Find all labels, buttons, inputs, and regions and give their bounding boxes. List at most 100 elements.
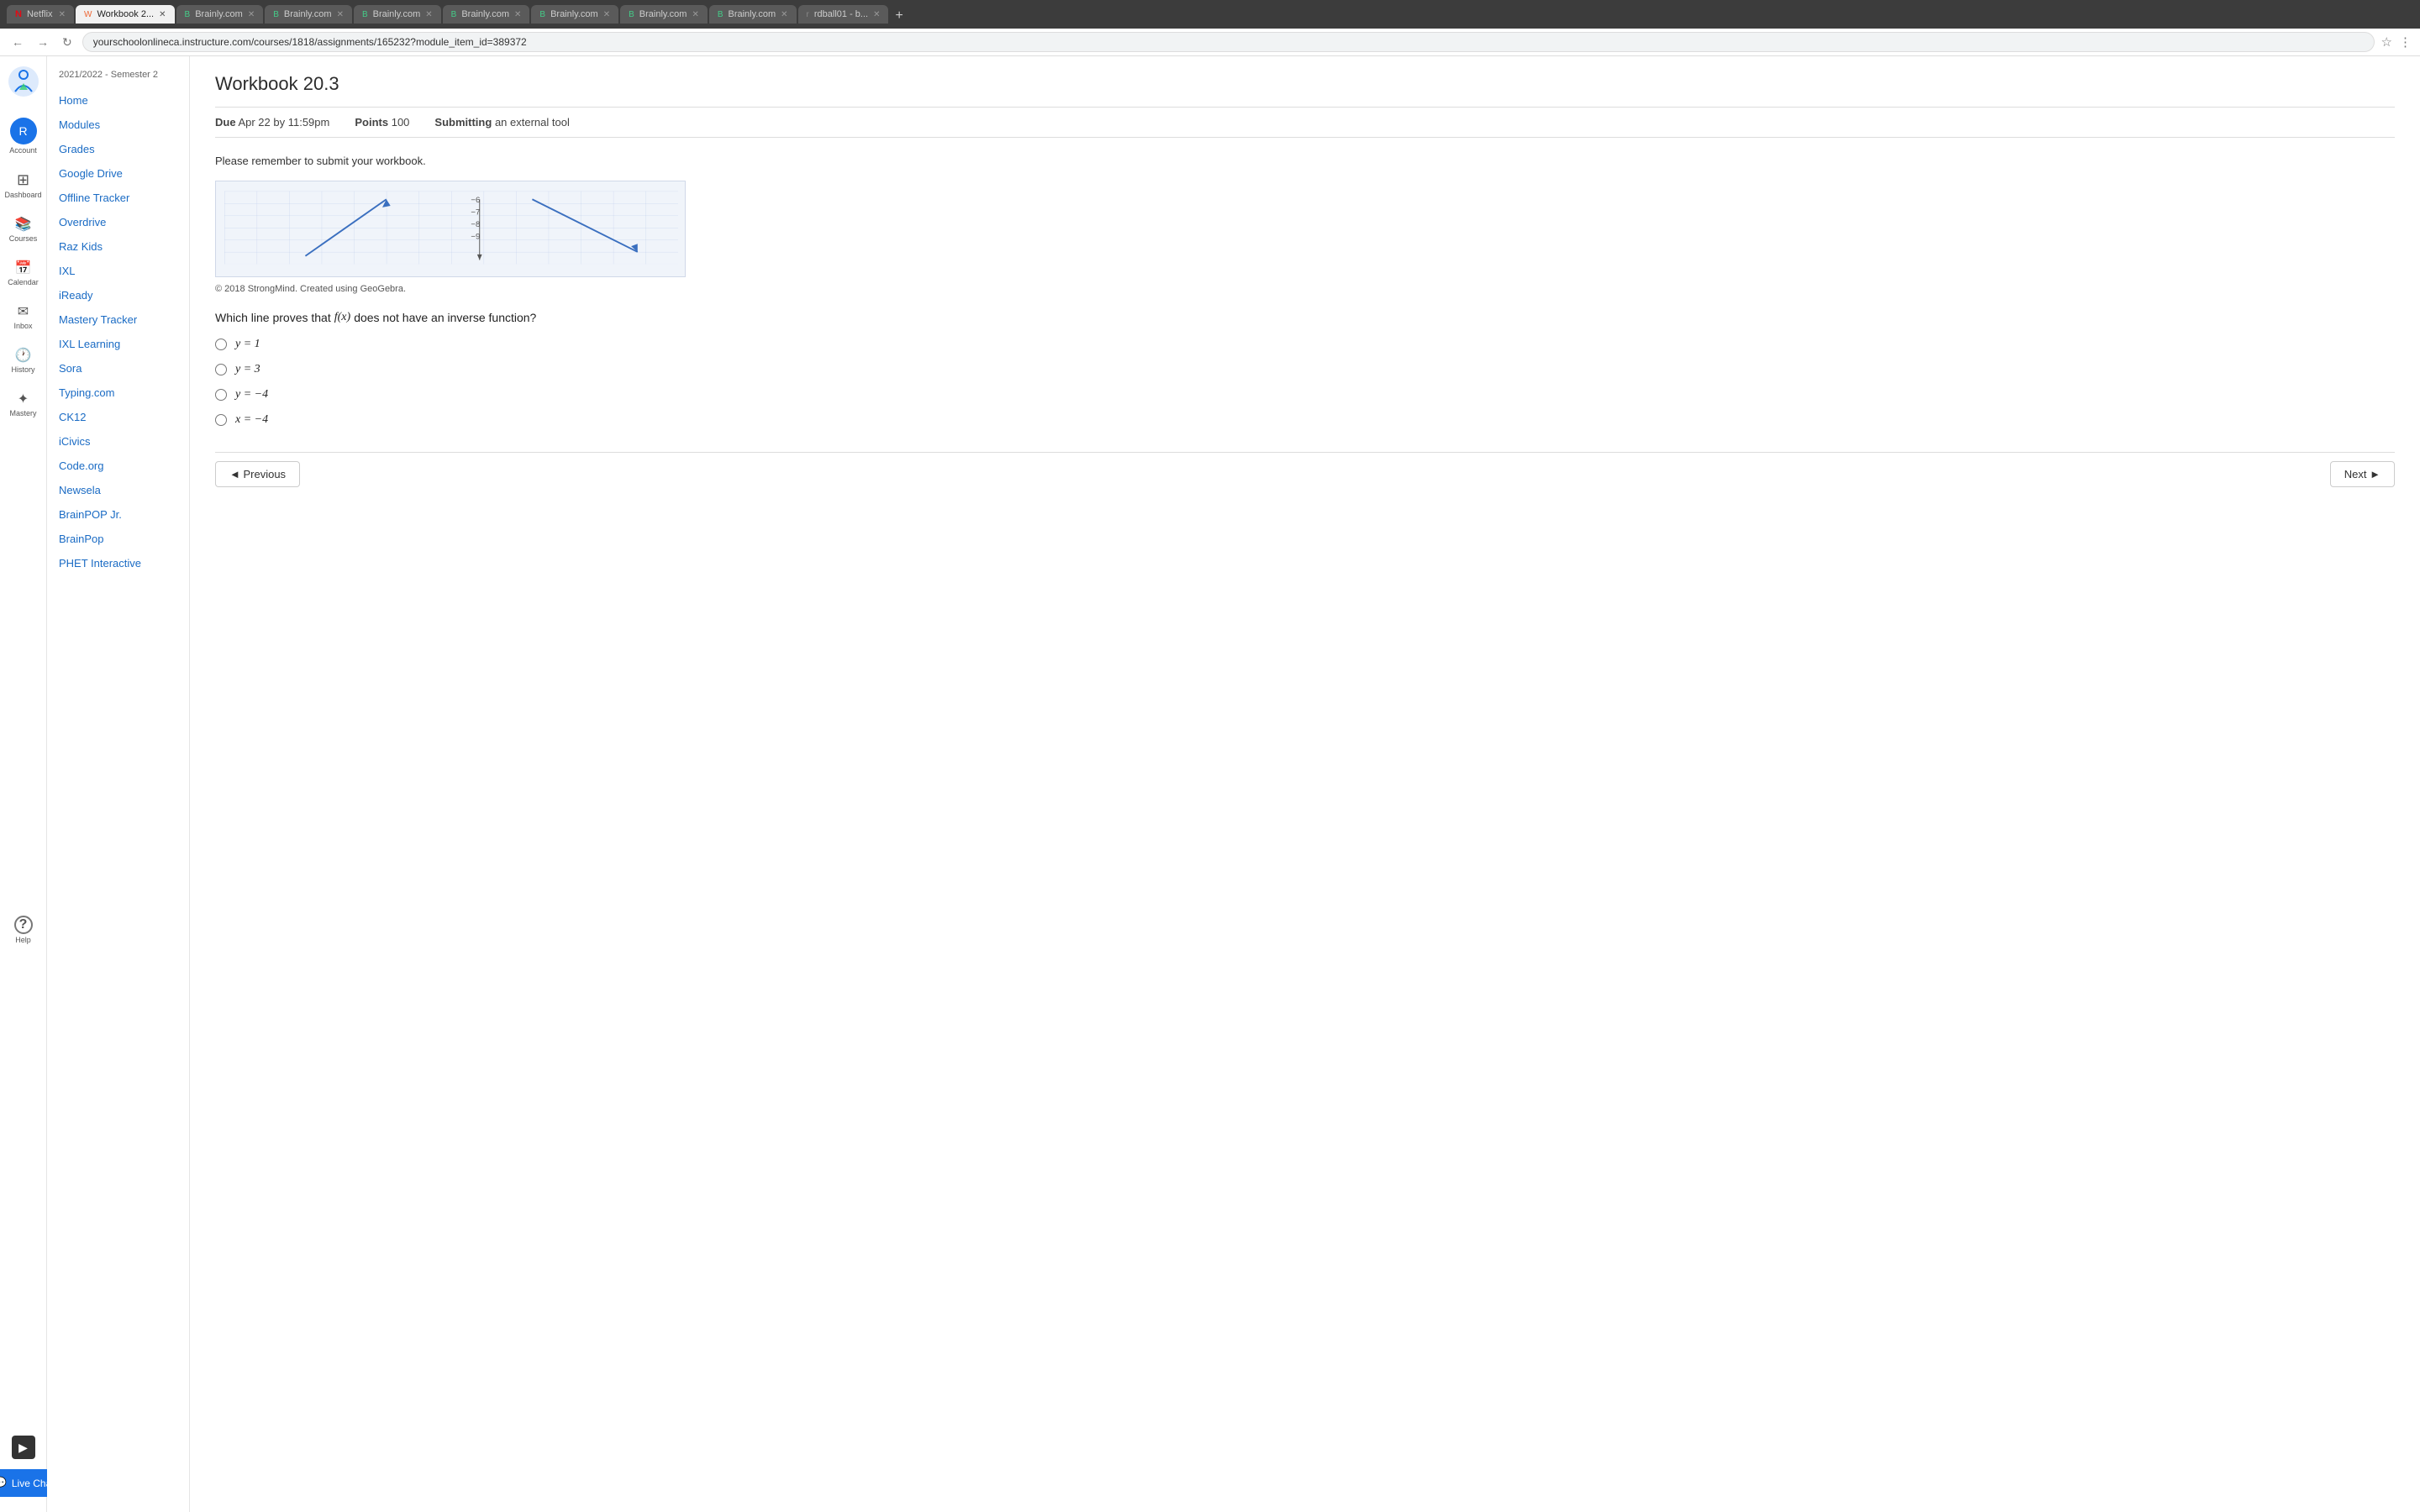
radio-opt4[interactable] bbox=[215, 414, 227, 426]
dashboard-icon: ⊞ bbox=[17, 171, 29, 189]
radio-opt2[interactable] bbox=[215, 364, 227, 375]
sidebar-item-google-drive[interactable]: Google Drive bbox=[47, 161, 189, 186]
sidebar-item-modules[interactable]: Modules bbox=[47, 113, 189, 137]
tab-close-workbook[interactable]: ✕ bbox=[159, 10, 166, 19]
sidebar-item-overdrive[interactable]: Overdrive bbox=[47, 210, 189, 234]
sidebar-item-grades[interactable]: Grades bbox=[47, 137, 189, 161]
sidebar-item-brainpop-jr[interactable]: BrainPOP Jr. bbox=[47, 502, 189, 527]
sidebar-item-icivics[interactable]: iCivics bbox=[47, 429, 189, 454]
rail-item-inbox-label: Inbox bbox=[13, 322, 32, 330]
next-button[interactable]: Next ► bbox=[2330, 461, 2395, 487]
tab-brainly-7[interactable]: B Brainly.com ✕ bbox=[709, 5, 797, 24]
nav-footer: ◄ Previous Next ► bbox=[215, 452, 2395, 496]
rail-item-dashboard-label: Dashboard bbox=[4, 191, 41, 199]
question-prefix: Which line proves that bbox=[215, 311, 331, 324]
option-4[interactable]: x = −4 bbox=[215, 413, 2395, 427]
rail-item-calendar[interactable]: 📅 Calendar bbox=[0, 253, 46, 293]
tab-brainly-1[interactable]: B Brainly.com ✕ bbox=[176, 5, 264, 24]
tab-close-brainly-1[interactable]: ✕ bbox=[248, 10, 255, 19]
rail-item-account[interactable]: R Account bbox=[0, 111, 46, 161]
tab-rdball[interactable]: r rdball01 - b... ✕ bbox=[798, 5, 889, 24]
graph-svg: −6 −7 −8 −9 bbox=[224, 190, 678, 265]
rail-item-help[interactable]: ? Help bbox=[0, 909, 46, 951]
option-1[interactable]: y = 1 bbox=[215, 338, 2395, 351]
tabs-bar: N Netflix ✕ W Workbook 2... ✕ B Brainly.… bbox=[7, 5, 908, 24]
app-logo bbox=[7, 65, 40, 101]
help-icon: ? bbox=[14, 916, 33, 934]
tab-brainly-5[interactable]: B Brainly.com ✕ bbox=[531, 5, 618, 24]
new-tab-button[interactable]: + bbox=[890, 8, 908, 24]
rail-item-dashboard[interactable]: ⊞ Dashboard bbox=[0, 165, 46, 206]
radio-opt3[interactable] bbox=[215, 389, 227, 401]
tab-close-brainly-7[interactable]: ✕ bbox=[781, 10, 787, 19]
url-text: yourschoolonlineca.instructure.com/cours… bbox=[93, 36, 527, 48]
inbox-icon: ✉ bbox=[18, 303, 29, 320]
sidebar-item-brainpop[interactable]: BrainPop bbox=[47, 527, 189, 551]
tab-close-brainly-4[interactable]: ✕ bbox=[514, 10, 521, 19]
url-input[interactable]: yourschoolonlineca.instructure.com/cours… bbox=[82, 32, 2375, 52]
sidebar-item-mastery-tracker[interactable]: Mastery Tracker bbox=[47, 307, 189, 332]
meta-bar: Due Apr 22 by 11:59pm Points 100 Submitt… bbox=[215, 107, 2395, 138]
calendar-icon: 📅 bbox=[15, 260, 32, 276]
tab-workbook[interactable]: W Workbook 2... ✕ bbox=[76, 5, 175, 24]
sidebar-item-offline-tracker[interactable]: Offline Tracker bbox=[47, 186, 189, 210]
back-button[interactable]: ← bbox=[8, 34, 27, 50]
function-notation: f(x) bbox=[334, 311, 350, 324]
tab-brainly-3[interactable]: B Brainly.com ✕ bbox=[354, 5, 441, 24]
rail-item-history[interactable]: 🕐 History bbox=[0, 340, 46, 381]
tab-close-brainly-2[interactable]: ✕ bbox=[337, 10, 344, 19]
sidebar-item-typing[interactable]: Typing.com bbox=[47, 381, 189, 405]
option-2-label: y = 3 bbox=[235, 363, 260, 376]
bookmark-icon[interactable]: ☆ bbox=[2381, 34, 2392, 50]
points-value: 100 bbox=[392, 116, 410, 129]
rail-item-courses-label: Courses bbox=[9, 234, 38, 243]
answer-choices: y = 1 y = 3 y = −4 x = −4 bbox=[215, 338, 2395, 427]
tab-close-brainly-3[interactable]: ✕ bbox=[425, 10, 432, 19]
main-content: Workbook 20.3 Due Apr 22 by 11:59pm Poin… bbox=[190, 56, 2420, 1512]
rail-item-history-label: History bbox=[11, 365, 34, 374]
sidebar-item-home[interactable]: Home bbox=[47, 88, 189, 113]
reload-button[interactable]: ↻ bbox=[59, 34, 76, 51]
sidebar-item-newsela[interactable]: Newsela bbox=[47, 478, 189, 502]
sidebar-item-codeorg[interactable]: Code.org bbox=[47, 454, 189, 478]
sidebar-item-raz-kids[interactable]: Raz Kids bbox=[47, 234, 189, 259]
rail-item-courses[interactable]: 📚 Courses bbox=[0, 209, 46, 249]
rail-item-mastery-label: Mastery bbox=[9, 409, 36, 417]
svg-text:−9: −9 bbox=[471, 233, 480, 242]
tab-netflix[interactable]: N Netflix ✕ bbox=[7, 5, 74, 24]
radio-opt1[interactable] bbox=[215, 339, 227, 350]
sidebar-item-phet[interactable]: PHET Interactive bbox=[47, 551, 189, 575]
sidebar-item-ck12[interactable]: CK12 bbox=[47, 405, 189, 429]
rail-item-account-label: Account bbox=[9, 146, 37, 155]
graph-container: −6 −7 −8 −9 bbox=[215, 181, 686, 277]
browser-icons: ☆ ⋮ bbox=[2381, 34, 2412, 50]
rail-item-help-label: Help bbox=[15, 936, 31, 944]
due-value: Apr 22 by 11:59pm bbox=[238, 116, 329, 129]
sidebar-item-ixl[interactable]: IXL bbox=[47, 259, 189, 283]
svg-text:−7: −7 bbox=[471, 208, 480, 218]
option-3-label: y = −4 bbox=[235, 388, 268, 402]
chat-icon: 💬 bbox=[0, 1476, 7, 1490]
rail-item-mastery[interactable]: ✦ Mastery bbox=[0, 384, 46, 424]
sidebar-item-sora[interactable]: Sora bbox=[47, 356, 189, 381]
tab-close-netflix[interactable]: ✕ bbox=[59, 10, 66, 19]
submitting-label: Submitting bbox=[434, 116, 492, 129]
semester-label: 2021/2022 - Semester 2 bbox=[47, 65, 189, 88]
forward-button[interactable]: → bbox=[34, 34, 52, 50]
sidebar-item-iready[interactable]: iReady bbox=[47, 283, 189, 307]
tab-close-brainly-6[interactable]: ✕ bbox=[692, 10, 698, 19]
address-bar: ← → ↻ yourschoolonlineca.instructure.com… bbox=[0, 29, 2420, 56]
tab-close-rdball[interactable]: ✕ bbox=[873, 10, 880, 19]
option-3[interactable]: y = −4 bbox=[215, 388, 2395, 402]
tab-brainly-4[interactable]: B Brainly.com ✕ bbox=[443, 5, 530, 24]
tab-close-brainly-5[interactable]: ✕ bbox=[603, 10, 610, 19]
rail-item-inbox[interactable]: ✉ Inbox bbox=[0, 297, 46, 337]
option-1-label: y = 1 bbox=[235, 338, 260, 351]
previous-button[interactable]: ◄ Previous bbox=[215, 461, 300, 487]
tab-brainly-6[interactable]: B Brainly.com ✕ bbox=[620, 5, 708, 24]
option-2[interactable]: y = 3 bbox=[215, 363, 2395, 376]
tab-brainly-2[interactable]: B Brainly.com ✕ bbox=[265, 5, 352, 24]
sidebar-item-ixl-learning[interactable]: IXL Learning bbox=[47, 332, 189, 356]
menu-icon[interactable]: ⋮ bbox=[2399, 34, 2412, 50]
play-button[interactable]: ▶ bbox=[12, 1436, 35, 1459]
